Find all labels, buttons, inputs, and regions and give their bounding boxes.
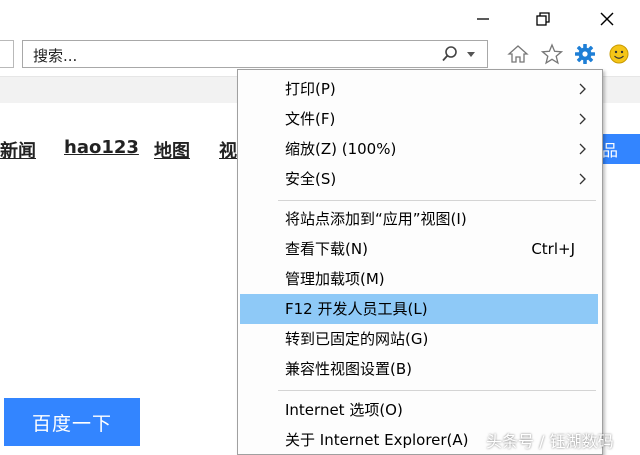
search-icon bbox=[442, 46, 457, 62]
tools-button[interactable] bbox=[572, 40, 598, 68]
watermark: 头条号 / 钰湖数码 bbox=[486, 432, 614, 451]
close-icon bbox=[600, 12, 614, 26]
chevron-right-icon bbox=[579, 83, 586, 95]
favorites-button[interactable] bbox=[539, 40, 565, 68]
menu-item-label: 转到已固定的网站(G) bbox=[285, 330, 429, 348]
menu-item-label: 安全(S) bbox=[285, 170, 337, 188]
nav-link-hao123[interactable]: hao123 bbox=[64, 137, 139, 158]
smiley-icon bbox=[609, 44, 629, 64]
close-button[interactable] bbox=[592, 6, 622, 32]
menu-item-manage-addons[interactable]: 管理加载项(M) bbox=[239, 264, 601, 294]
menu-item-label: 查看下载(N) bbox=[285, 240, 368, 258]
menu-item-label: 兼容性视图设置(B) bbox=[285, 360, 412, 378]
baidu-search-button[interactable]: 百度一下 bbox=[4, 398, 140, 446]
menu-item-zoom[interactable]: 缩放(Z) (100%) bbox=[239, 134, 601, 164]
star-icon bbox=[541, 43, 563, 65]
menu-item-shortcut: Ctrl+J bbox=[531, 240, 575, 258]
restore-button[interactable] bbox=[528, 6, 558, 32]
home-button[interactable] bbox=[505, 40, 531, 68]
minimize-button[interactable] bbox=[468, 6, 498, 32]
tools-menu: 打印(P) 文件(F) 缩放(Z) (100%) 安全(S) 将站点添加到“应用… bbox=[237, 69, 603, 455]
address-bar-edge[interactable] bbox=[0, 40, 14, 68]
chevron-right-icon bbox=[579, 113, 586, 125]
menu-item-label: F12 开发人员工具(L) bbox=[285, 300, 428, 318]
feedback-button[interactable] bbox=[606, 40, 632, 68]
menu-item-print[interactable]: 打印(P) bbox=[239, 74, 601, 104]
search-input[interactable]: 搜索... bbox=[33, 45, 77, 66]
menu-item-label: 管理加载项(M) bbox=[285, 270, 385, 288]
restore-icon bbox=[536, 12, 550, 26]
menu-item-compatibility-view[interactable]: 兼容性视图设置(B) bbox=[239, 354, 601, 384]
home-icon bbox=[507, 45, 529, 63]
menu-item-label: 文件(F) bbox=[285, 110, 336, 128]
dropdown-icon bbox=[467, 52, 475, 57]
menu-item-add-to-apps[interactable]: 将站点添加到“应用”视图(I) bbox=[239, 204, 601, 234]
menu-separator bbox=[278, 390, 596, 391]
nav-link-map[interactable]: 地图 bbox=[154, 137, 190, 163]
menu-item-safety[interactable]: 安全(S) bbox=[239, 164, 601, 194]
search-button[interactable] bbox=[441, 45, 459, 67]
menu-item-pinned-sites[interactable]: 转到已固定的网站(G) bbox=[239, 324, 601, 354]
menu-item-file[interactable]: 文件(F) bbox=[239, 104, 601, 134]
search-dropdown-button[interactable] bbox=[465, 46, 477, 66]
nav-link-news[interactable]: 新闻 bbox=[0, 137, 36, 163]
menu-item-label: 打印(P) bbox=[285, 80, 336, 98]
menu-item-internet-options[interactable]: Internet 选项(O) bbox=[239, 395, 601, 425]
chevron-right-icon bbox=[579, 143, 586, 155]
nav-link-video[interactable]: 视 bbox=[219, 137, 237, 163]
gear-icon bbox=[575, 44, 595, 64]
menu-item-view-downloads[interactable]: 查看下载(N) Ctrl+J bbox=[239, 234, 601, 264]
menu-item-label: Internet 选项(O) bbox=[285, 401, 403, 419]
menu-separator bbox=[278, 200, 596, 201]
chevron-right-icon bbox=[579, 173, 586, 185]
minimize-icon bbox=[477, 18, 489, 20]
menu-item-label: 缩放(Z) (100%) bbox=[285, 140, 397, 158]
menu-item-label: 关于 Internet Explorer(A) bbox=[285, 431, 469, 449]
search-box[interactable]: 搜索... bbox=[22, 40, 488, 68]
menu-item-developer-tools[interactable]: F12 开发人员工具(L) bbox=[240, 294, 598, 324]
menu-item-label: 将站点添加到“应用”视图(I) bbox=[285, 210, 467, 228]
